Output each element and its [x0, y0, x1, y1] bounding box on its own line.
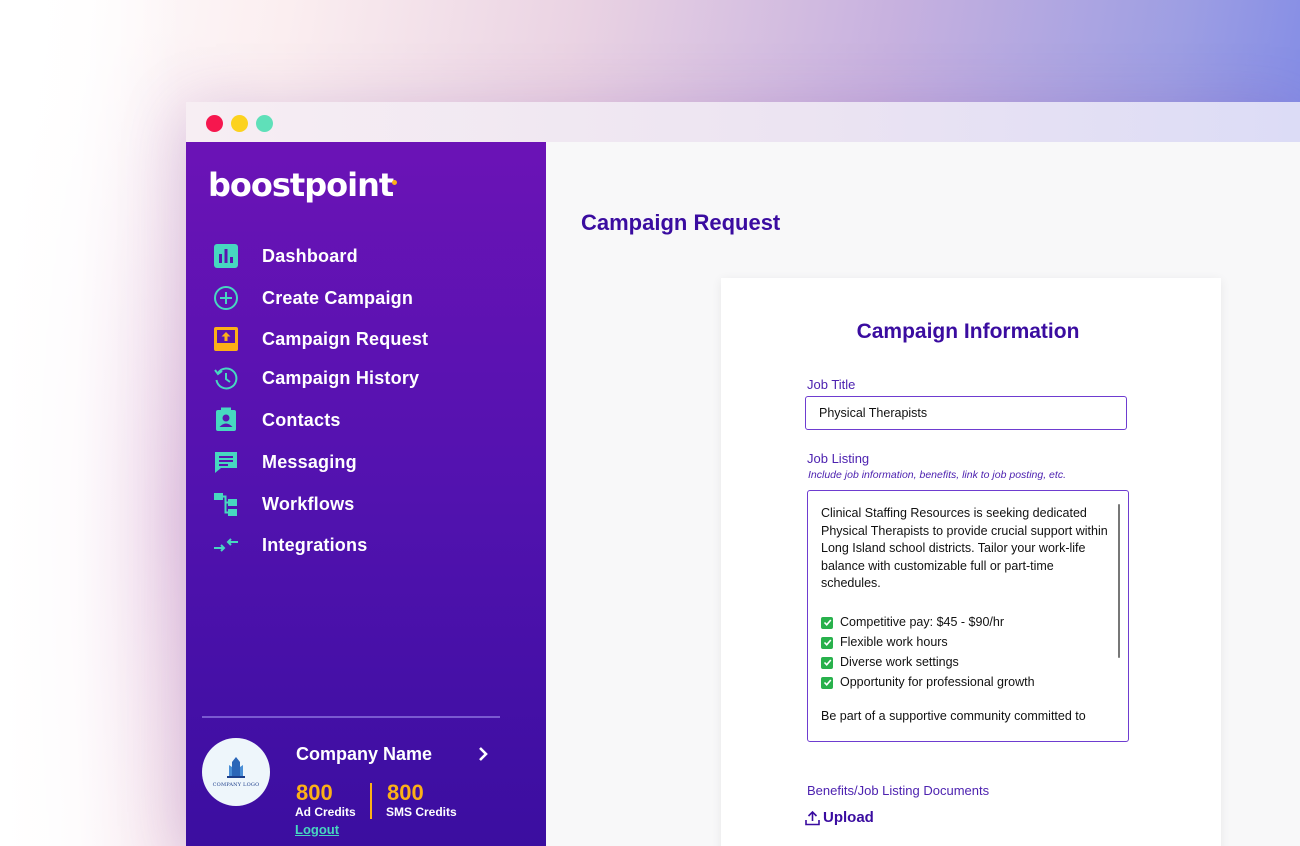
logout-link[interactable]: Logout — [295, 822, 339, 837]
window-titlebar — [186, 102, 1300, 142]
contact-card-icon — [212, 406, 240, 434]
page-title: Campaign Request — [581, 210, 781, 235]
sidebar-item-label: Dashboard — [262, 245, 358, 266]
sidebar-item-contacts[interactable]: Contacts — [212, 404, 512, 436]
list-item: Opportunity for professional growth — [821, 673, 1114, 693]
bullet-text: Competitive pay: $45 - $90/hr — [840, 614, 1004, 629]
chevron-right-icon[interactable] — [477, 745, 491, 763]
sidebar-item-campaign-request[interactable]: Campaign Request — [212, 323, 512, 355]
sidebar-item-label: Campaign History — [262, 367, 420, 388]
sidebar-divider — [202, 716, 500, 718]
sidebar-item-label: Campaign Request — [262, 328, 429, 349]
sidebar-item-label: Integrations — [262, 534, 368, 555]
window-maximize-button[interactable] — [256, 115, 273, 132]
check-mark-icon — [821, 616, 833, 629]
check-mark-icon — [821, 656, 833, 669]
list-item: Flexible work hours — [821, 633, 1114, 653]
check-mark-icon — [821, 676, 833, 689]
job-listing-textarea[interactable]: Clinical Staffing Resources is seeking d… — [807, 490, 1129, 742]
job-listing-outro: Be part of a supportive community commit… — [821, 708, 1086, 723]
company-name[interactable]: Company Name — [296, 744, 432, 765]
main-content: Campaign Request Campaign Information Jo… — [546, 142, 1300, 846]
textarea-scrollbar[interactable] — [1118, 504, 1120, 658]
chat-icon — [212, 448, 240, 476]
avatar-text: COMPANY LOGO — [212, 782, 260, 788]
brand-logo[interactable]: boostpoint — [208, 166, 394, 204]
job-listing-label: Job Listing — [807, 451, 870, 466]
history-icon — [212, 364, 240, 392]
sms-credits-value: 800 — [387, 780, 424, 805]
workflow-icon — [212, 490, 240, 518]
list-item: Competitive pay: $45 - $90/hr — [821, 613, 1114, 633]
job-listing-hint: Include job information, benefits, link … — [808, 469, 1066, 481]
check-mark-icon — [821, 636, 833, 649]
documents-label: Benefits/Job Listing Documents — [807, 783, 990, 798]
job-listing-intro: Clinical Staffing Resources is seeking d… — [821, 506, 1108, 590]
arrows-icon — [212, 531, 240, 559]
sidebar-item-workflows[interactable]: Workflows — [212, 488, 512, 520]
sidebar-item-dashboard[interactable]: Dashboard — [212, 240, 512, 272]
window-close-button[interactable] — [206, 115, 223, 132]
job-title-input[interactable] — [805, 396, 1127, 430]
upload-icon — [805, 810, 820, 826]
sidebar-item-create-campaign[interactable]: Create Campaign — [212, 282, 512, 314]
job-title-label: Job Title — [807, 377, 856, 392]
sidebar-item-label: Workflows — [262, 493, 355, 514]
credits-separator — [370, 783, 372, 819]
upload-tray-icon — [212, 325, 240, 353]
sidebar-item-label: Messaging — [262, 451, 357, 472]
ad-credits-label: Ad Credits — [295, 805, 356, 819]
card-title: Campaign Information — [856, 320, 1080, 343]
ad-credits-value: 800 — [296, 780, 333, 805]
bar-chart-icon — [212, 242, 240, 270]
campaign-info-card: Campaign Information Job Title Job Listi… — [721, 278, 1221, 846]
sidebar: boostpoint Dashboard Create Campaign Cam… — [186, 142, 546, 846]
sidebar-item-messaging[interactable]: Messaging — [212, 446, 512, 478]
sidebar-item-label: Create Campaign — [262, 287, 414, 308]
list-item: Diverse work settings — [821, 653, 1114, 673]
brand-logo-dot — [392, 180, 397, 185]
bullet-text: Flexible work hours — [840, 634, 948, 649]
plus-circle-icon — [212, 284, 240, 312]
company-avatar[interactable]: COMPANY LOGO — [202, 738, 270, 806]
sms-credits-label: SMS Credits — [386, 805, 457, 819]
bullet-text: Opportunity for professional growth — [840, 674, 1035, 689]
building-logo-icon — [227, 757, 245, 778]
bullet-text: Diverse work settings — [840, 654, 959, 669]
sidebar-item-integrations[interactable]: Integrations — [212, 529, 512, 561]
upload-label: Upload — [823, 809, 874, 826]
window-minimize-button[interactable] — [231, 115, 248, 132]
app-window: boostpoint Dashboard Create Campaign Cam… — [186, 102, 1300, 846]
upload-button[interactable]: Upload — [805, 809, 874, 826]
sidebar-item-campaign-history[interactable]: Campaign History — [212, 362, 512, 394]
sidebar-item-label: Contacts — [262, 409, 341, 430]
